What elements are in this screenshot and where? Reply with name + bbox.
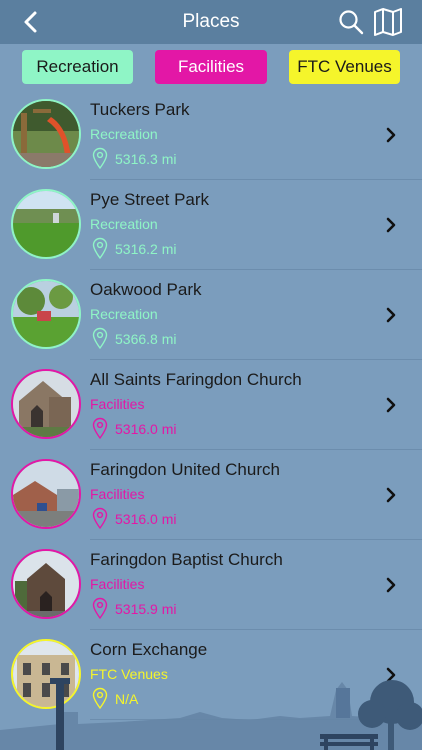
list-item[interactable]: Oakwood Park Recreation 5366.8 mi [0,270,422,360]
list-item[interactable]: Faringdon United Church Facilities 5316.… [0,450,422,540]
search-button[interactable] [338,9,364,35]
place-category: Facilities [90,576,145,592]
chevron-right-icon [386,217,396,233]
place-distance: 5366.8 mi [115,331,177,347]
chevron-right-icon [386,577,396,593]
chevron-right-icon [386,667,396,683]
map-icon [374,8,402,36]
filter-facilities-button[interactable]: Facilities [155,50,267,84]
place-name: Faringdon United Church [90,460,280,479]
place-distance: 5316.3 mi [115,151,177,167]
place-category: FTC Venues [90,666,168,682]
place-name: All Saints Faringdon Church [90,370,302,389]
place-category: Recreation [90,126,158,142]
location-pin-icon [92,507,108,529]
playground-photo [11,99,81,169]
chevron-right-icon [386,397,396,413]
location-pin-icon [92,417,108,439]
place-category: Facilities [90,486,145,502]
location-pin-icon [92,687,108,709]
place-name: Tuckers Park [90,100,190,119]
place-name: Corn Exchange [90,640,208,659]
park-trees-photo [11,279,81,349]
corn-exchange-photo [11,639,81,709]
filter-ftc-venues-button[interactable]: FTC Venues [289,50,400,84]
list-item[interactable]: Corn Exchange FTC Venues N/A [0,630,422,720]
place-name: Oakwood Park [90,280,202,299]
park-lawn-photo [11,189,81,259]
list-item[interactable]: All Saints Faringdon Church Facilities 5… [0,360,422,450]
place-category: Facilities [90,396,145,412]
chevron-right-icon [386,487,396,503]
search-icon [339,10,364,35]
place-category: Recreation [90,306,158,322]
location-pin-icon [92,237,108,259]
place-distance: 5316.0 mi [115,511,177,527]
baptist-church-photo [11,549,81,619]
list-item[interactable]: Faringdon Baptist Church Facilities 5315… [0,540,422,630]
place-name: Pye Street Park [90,190,210,209]
chevron-right-icon [386,127,396,143]
place-name: Faringdon Baptist Church [90,550,283,569]
location-pin-icon [92,327,108,349]
filter-recreation-button[interactable]: Recreation [22,50,133,84]
place-distance: N/A [115,691,139,707]
church-street-photo [11,459,81,529]
location-pin-icon [92,597,108,619]
chevron-right-icon [386,307,396,323]
place-category: Recreation [90,216,158,232]
chevron-left-icon [24,11,37,33]
stone-church-photo [11,369,81,439]
place-distance: 5316.2 mi [115,241,177,257]
location-pin-icon [92,147,108,169]
navigation-bar: Places [0,0,422,44]
place-distance: 5316.0 mi [115,421,177,437]
places-list[interactable]: Tuckers Park Recreation 5316.3 mi Pye St… [0,90,422,750]
map-button[interactable] [372,8,404,36]
row-divider [90,719,422,720]
list-item[interactable]: Pye Street Park Recreation 5316.2 mi [0,180,422,270]
back-button[interactable] [20,10,44,34]
list-item[interactable]: Tuckers Park Recreation 5316.3 mi [0,90,422,180]
place-distance: 5315.9 mi [115,601,177,617]
category-filters: Recreation Facilities FTC Venues [0,44,422,92]
